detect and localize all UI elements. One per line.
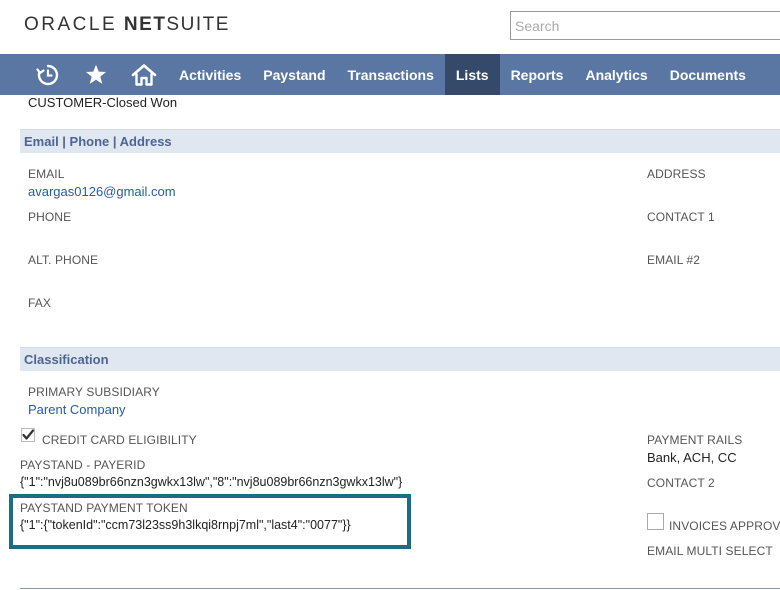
payment-token-highlight-box (9, 494, 411, 549)
customer-status-text: CUSTOMER-Closed Won (28, 95, 178, 110)
contact-2-label: CONTACT 2 (647, 476, 715, 490)
contact-1-label: CONTACT 1 (647, 210, 715, 224)
invoices-approved-checkbox[interactable] (647, 513, 664, 530)
email-2-label: EMAIL #2 (647, 253, 701, 267)
checkmark-icon (22, 429, 35, 440)
logo-oracle-text: ORACLE (24, 14, 118, 35)
main-nav-bar: Activities Paystand Transactions Lists R… (0, 54, 780, 95)
email-multi-select-label: EMAIL MULTI SELECT (647, 544, 773, 558)
fax-label: FAX (28, 296, 51, 310)
address-label: ADDRESS (647, 167, 706, 181)
section-divider (20, 588, 780, 589)
alt-phone-label: ALT. PHONE (28, 253, 99, 267)
logo-suite-text: SUITE (166, 14, 230, 35)
nav-paystand[interactable]: Paystand (252, 54, 336, 95)
payment-rails-label: PAYMENT RAILS (647, 433, 743, 447)
home-icon[interactable] (120, 54, 168, 95)
primary-subsidiary-value-link[interactable]: Parent Company (28, 402, 126, 417)
invoices-approved-label: INVOICES APPROVED (669, 519, 780, 533)
global-search-input[interactable] (510, 11, 780, 40)
nav-analytics[interactable]: Analytics (574, 54, 658, 95)
payment-rails-value: Bank, ACH, CC (647, 450, 737, 465)
recent-history-icon[interactable] (24, 54, 72, 95)
netsuite-logo[interactable]: ORACLE NETSUITE (24, 14, 230, 36)
credit-card-eligibility-checkbox[interactable] (21, 428, 35, 442)
section-header-contact[interactable]: Email | Phone | Address (20, 129, 780, 153)
section-header-classification[interactable]: Classification (20, 347, 780, 371)
paystand-payerid-label: PAYSTAND - PAYERID (20, 458, 146, 472)
nav-reports[interactable]: Reports (500, 54, 575, 95)
phone-label: PHONE (28, 210, 72, 224)
email-value-link[interactable]: avargas0126@gmail.com (28, 184, 176, 199)
nav-transactions[interactable]: Transactions (337, 54, 445, 95)
nav-documents[interactable]: Documents (659, 54, 757, 95)
logo-net-text: NET (123, 14, 167, 35)
primary-subsidiary-label: PRIMARY SUBSIDIARY (28, 385, 160, 399)
nav-activities[interactable]: Activities (168, 54, 252, 95)
star-icon[interactable] (72, 54, 120, 95)
email-label: EMAIL (28, 167, 65, 181)
credit-card-eligibility-label: CREDIT CARD ELIGIBILITY (42, 433, 197, 447)
nav-lists[interactable]: Lists (444, 54, 500, 95)
paystand-payerid-value: {"1":"nvj8u089br66nzn3gwkx13lw","8":"nvj… (20, 475, 403, 489)
